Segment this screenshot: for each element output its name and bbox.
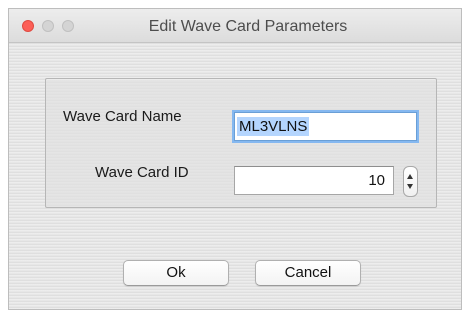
parameters-group: Wave Card Name ML3VLNS Wave Card ID 10 (45, 78, 437, 208)
cancel-button[interactable]: Cancel (255, 260, 361, 286)
wave-card-name-input[interactable]: ML3VLNS (234, 112, 417, 141)
window-title: Edit Wave Card Parameters (148, 18, 348, 35)
stepper-down-icon[interactable] (407, 184, 413, 189)
wave-card-id-input[interactable]: 10 (234, 166, 394, 195)
stepper-icon[interactable] (403, 166, 418, 197)
title-bar[interactable]: Edit Wave Card Parameters (9, 9, 461, 43)
ok-button[interactable]: Ok (123, 260, 229, 286)
wave-card-id-label: Wave Card ID (95, 164, 189, 181)
wave-card-name-value: ML3VLNS (237, 117, 310, 136)
stepper-up-icon[interactable] (407, 174, 413, 179)
wave-card-name-label: Wave Card Name (63, 108, 182, 125)
dialog-window: Edit Wave Card Parameters Wave Card Name… (8, 8, 462, 310)
